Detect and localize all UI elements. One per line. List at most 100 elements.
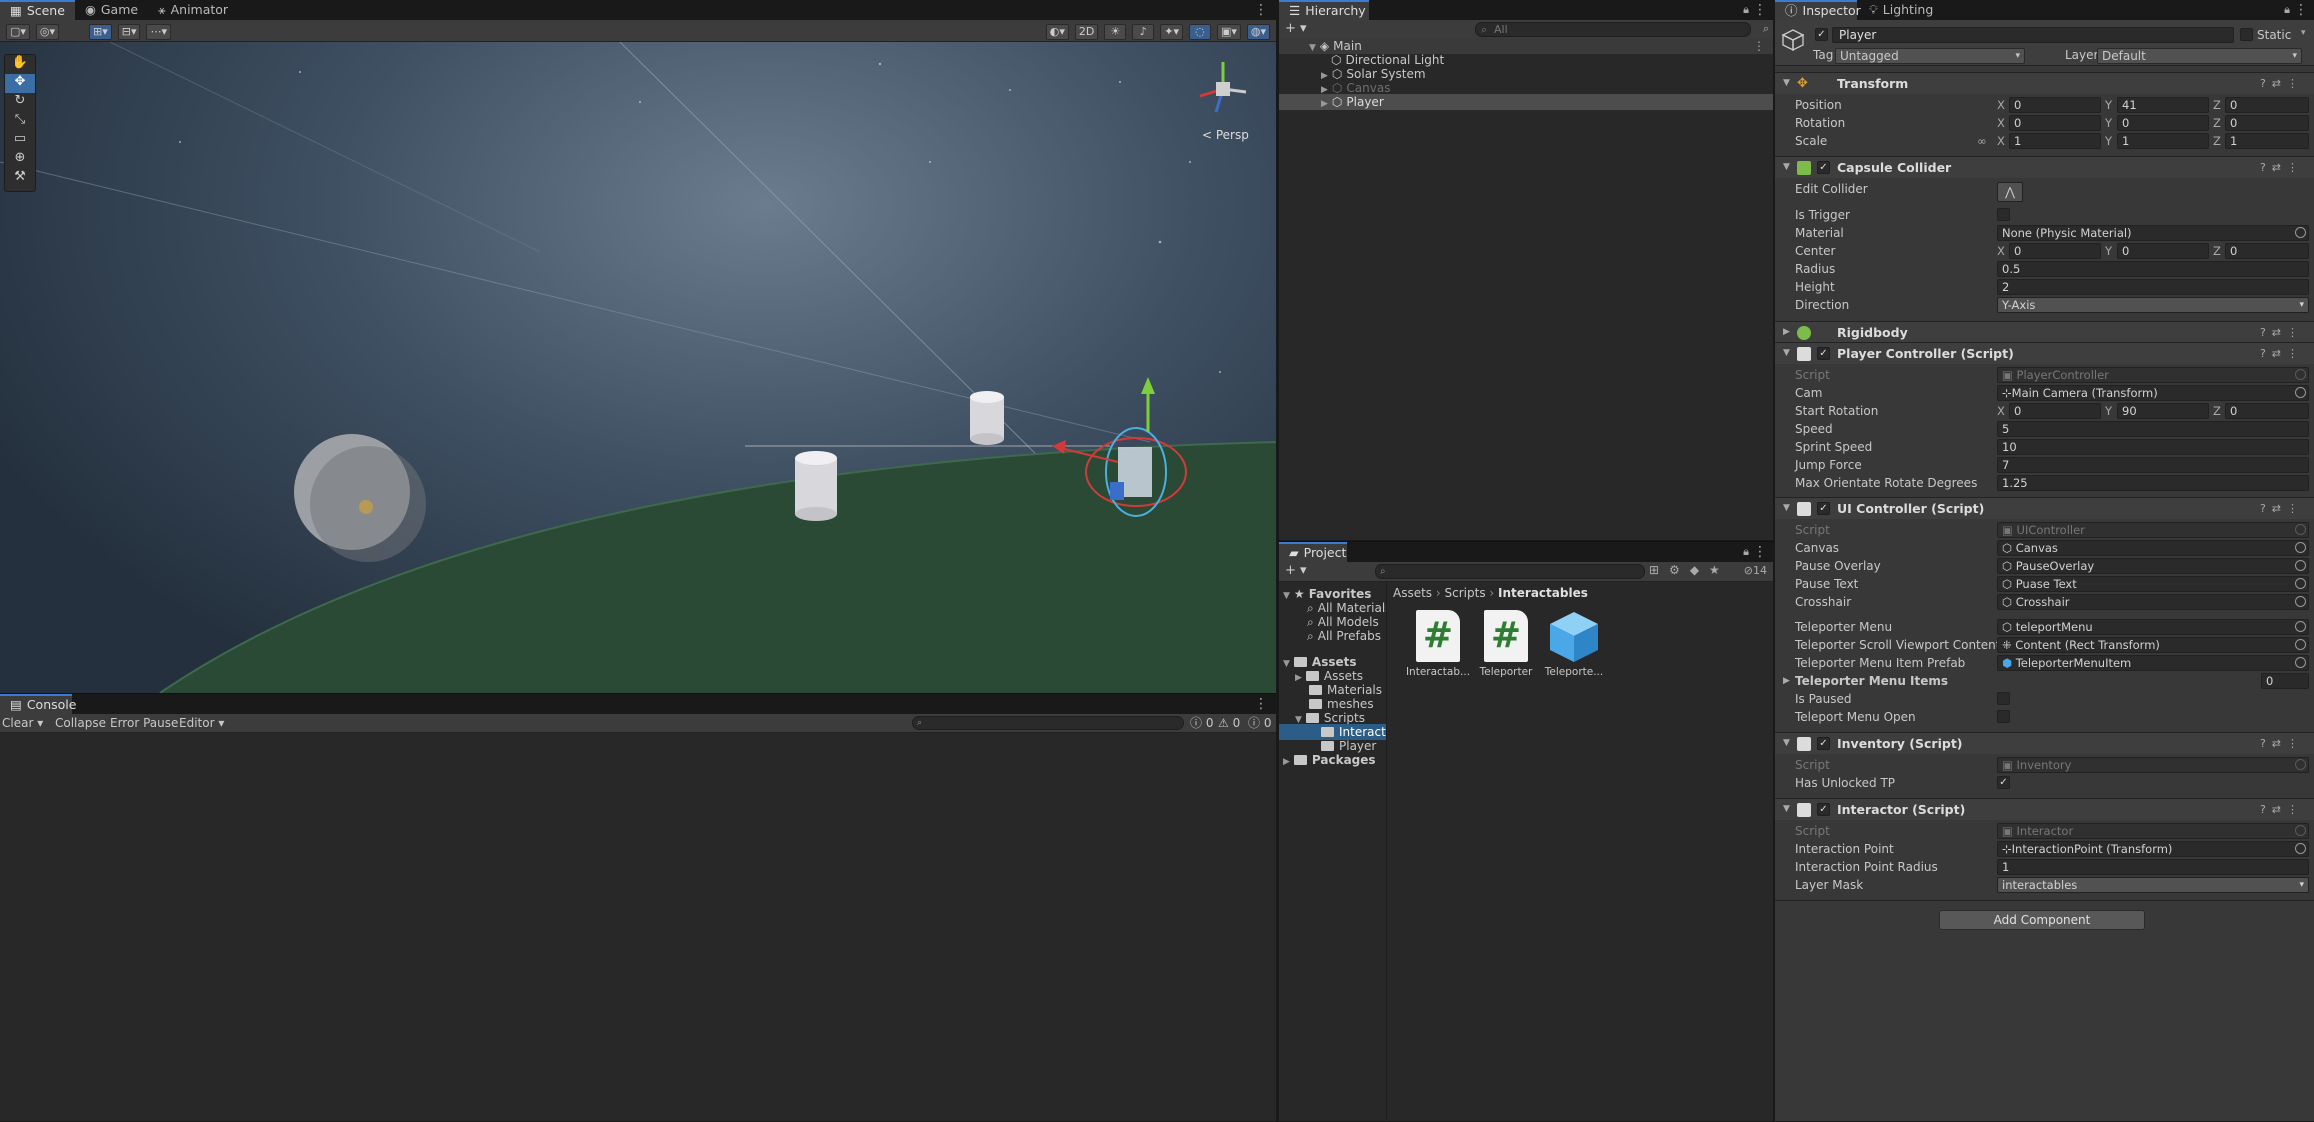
start-rotation-x-field[interactable]: 0 bbox=[2009, 403, 2101, 419]
jump-force-field[interactable]: 7 bbox=[1997, 457, 2309, 473]
rect-tool-icon[interactable]: ▭ bbox=[5, 131, 35, 150]
render-mode-icon[interactable]: ◎▾ bbox=[35, 24, 60, 40]
transform-component-header[interactable]: ▼ ✥ Transform ?⇄⋮ bbox=[1775, 72, 2314, 94]
cam-field[interactable]: ⊹Main Camera (Transform) bbox=[1997, 385, 2309, 401]
foldout-icon[interactable]: ▼ bbox=[1783, 73, 1790, 94]
foldout-icon[interactable]: ▼ bbox=[1783, 498, 1790, 519]
inspector-menu-icon[interactable]: ⋮ bbox=[2294, 3, 2308, 17]
is-paused-checkbox[interactable] bbox=[1997, 692, 2010, 705]
material-field[interactable]: None (Physic Material) bbox=[1997, 225, 2309, 241]
direction-dropdown[interactable]: Y-Axis ▾ bbox=[1997, 297, 2309, 313]
center-x-field[interactable]: 0 bbox=[2009, 243, 2101, 259]
component-controls-icon[interactable]: ?⇄⋮ bbox=[2260, 73, 2304, 94]
hierarchy-item-selected[interactable]: ▶ ⬡ Player bbox=[1279, 94, 1773, 110]
position-x-field[interactable]: 0 bbox=[2009, 97, 2101, 113]
tab-hierarchy[interactable]: ☰ Hierarchy bbox=[1279, 0, 1369, 20]
component-enabled-checkbox[interactable]: ✓ bbox=[1817, 347, 1830, 360]
component-controls-icon[interactable]: ?⇄⋮ bbox=[2260, 157, 2304, 178]
scale-x-field[interactable]: 1 bbox=[2009, 133, 2101, 149]
camera-icon[interactable]: ▣▾ bbox=[1216, 24, 1241, 40]
hierarchy-lock-icon[interactable]: 🔒︎ bbox=[1743, 3, 1749, 17]
start-rotation-y-field[interactable]: 90 bbox=[2117, 403, 2209, 419]
move-tool-icon[interactable]: ✥ bbox=[5, 74, 35, 93]
scene-root-menu-icon[interactable]: ⋮ bbox=[1753, 38, 1765, 54]
tab-inspector[interactable]: ⓘ Inspector bbox=[1775, 0, 1861, 20]
hand-tool-icon[interactable]: ✋ bbox=[5, 55, 35, 74]
warning-count[interactable]: ⚠ 0 bbox=[1218, 714, 1240, 732]
static-checkbox[interactable] bbox=[2240, 28, 2253, 41]
breadcrumb-item[interactable]: Scripts bbox=[1445, 586, 1486, 600]
toggle-2d-button[interactable]: 2D bbox=[1074, 24, 1099, 40]
custom-tool-icon[interactable]: ⚒ bbox=[5, 169, 35, 188]
teleport-menu-open-checkbox[interactable] bbox=[1997, 710, 2010, 723]
lighting-icon[interactable]: ☀ bbox=[1104, 24, 1127, 40]
hierarchy-menu-icon[interactable]: ⋮ bbox=[1753, 3, 1767, 17]
error-pause-button[interactable]: Error Pause bbox=[110, 714, 178, 732]
tab-game[interactable]: ◉ Game bbox=[75, 0, 148, 20]
gizmos-icon[interactable]: ◍▾ bbox=[1246, 24, 1270, 40]
component-controls-icon[interactable]: ?⇄⋮ bbox=[2260, 498, 2304, 519]
collapse-button[interactable]: Collapse bbox=[55, 714, 106, 732]
rotation-x-field[interactable]: 0 bbox=[2009, 115, 2101, 131]
component-enabled-checkbox[interactable]: ✓ bbox=[1817, 803, 1830, 816]
center-z-field[interactable]: 0 bbox=[2225, 243, 2309, 259]
layer-mask-dropdown[interactable]: interactables ▾ bbox=[1997, 877, 2309, 893]
hierarchy-add-button[interactable]: + ▾ bbox=[1285, 21, 1307, 36]
console-clear-button[interactable]: Clear ▾ bbox=[2, 714, 43, 732]
transform-tool-icon[interactable]: ⊕ bbox=[5, 150, 35, 169]
expand-icon[interactable]: ▶ bbox=[1321, 99, 1328, 109]
component-controls-icon[interactable]: ?⇄⋮ bbox=[2260, 343, 2304, 364]
expand-icon[interactable]: ▼ bbox=[1309, 43, 1316, 53]
scale-y-field[interactable]: 1 bbox=[2117, 133, 2209, 149]
height-field[interactable]: 2 bbox=[1997, 279, 2309, 295]
error-count[interactable]: ⓘ 0 bbox=[1248, 714, 1271, 732]
tab-animator[interactable]: ⚹ Animator bbox=[148, 0, 238, 20]
ui-controller-header[interactable]: ▼ ✓ UI Controller (Script) ?⇄⋮ bbox=[1775, 497, 2314, 519]
hidden-packages-count[interactable]: ⊘14 bbox=[1744, 564, 1767, 577]
expand-icon[interactable]: ▼ bbox=[1283, 591, 1290, 601]
object-name-field[interactable]: Player bbox=[1832, 27, 2234, 43]
object-picker-icon[interactable] bbox=[2295, 843, 2306, 854]
snap-increment-icon[interactable]: ⊟▾ bbox=[117, 24, 141, 40]
edit-collider-button[interactable]: ⋀ bbox=[1997, 182, 2023, 202]
scale-tool-icon[interactable]: ⤡ bbox=[5, 112, 35, 131]
foldout-icon[interactable]: ▼ bbox=[1783, 733, 1790, 754]
hierarchy-search-input[interactable]: ⌕ All bbox=[1475, 22, 1751, 37]
grid-size-icon[interactable]: ⋯▾ bbox=[146, 24, 171, 40]
rotation-y-field[interactable]: 0 bbox=[2117, 115, 2209, 131]
foldout-icon[interactable]: ▶ bbox=[1783, 672, 1790, 690]
interaction-point-field[interactable]: ⊹InteractionPoint (Transform) bbox=[1997, 841, 2309, 857]
teleporter-menu-field[interactable]: ⬡ teleportMenu bbox=[1997, 619, 2309, 635]
favorite-item[interactable]: ⌕ All Prefabs bbox=[1307, 628, 1381, 644]
layer-dropdown[interactable]: Default ▾ bbox=[2097, 48, 2302, 64]
teleporter-items-row[interactable]: ▶ Teleporter Menu Items 0 bbox=[1775, 672, 2314, 690]
project-search-input[interactable]: ⌕ bbox=[1375, 564, 1645, 579]
component-enabled-checkbox[interactable]: ✓ bbox=[1817, 502, 1830, 515]
shading-icon[interactable]: ◐▾ bbox=[1045, 24, 1069, 40]
tab-lighting[interactable]: 💡︎ Lighting bbox=[1859, 0, 1943, 20]
add-component-button[interactable]: Add Component bbox=[1939, 910, 2145, 930]
component-enabled-checkbox[interactable]: ✓ bbox=[1817, 737, 1830, 750]
interaction-radius-field[interactable]: 1 bbox=[1997, 859, 2309, 875]
console-search-input[interactable]: ⌕ bbox=[912, 716, 1184, 730]
foldout-icon[interactable]: ▼ bbox=[1783, 343, 1790, 364]
orient-degrees-field[interactable]: 1.25 bbox=[1997, 475, 2309, 491]
object-picker-icon[interactable] bbox=[2295, 639, 2306, 650]
object-picker-icon[interactable] bbox=[2295, 621, 2306, 632]
persp-label[interactable]: < Persp bbox=[1202, 128, 1249, 142]
rigidbody-header[interactable]: ▶ Rigidbody ?⇄⋮ bbox=[1775, 321, 2314, 343]
active-checkbox[interactable]: ✓ bbox=[1815, 28, 1828, 41]
object-picker-icon[interactable] bbox=[2295, 560, 2306, 571]
console-menu-icon[interactable]: ⋮ bbox=[1254, 697, 1268, 711]
sprint-speed-field[interactable]: 10 bbox=[1997, 439, 2309, 455]
tab-scene[interactable]: ▦ Scene bbox=[0, 0, 75, 20]
foldout-icon[interactable]: ▼ bbox=[1783, 799, 1790, 820]
rotation-z-field[interactable]: 0 bbox=[2225, 115, 2309, 131]
asset-file[interactable]: Teleporte... bbox=[1541, 610, 1607, 678]
foldout-icon[interactable]: ▼ bbox=[1783, 157, 1790, 178]
expand-icon[interactable]: ▶ bbox=[1283, 757, 1290, 767]
orientation-gizmo-icon[interactable] bbox=[1188, 54, 1258, 124]
object-picker-icon[interactable] bbox=[2295, 227, 2306, 238]
pause-overlay-field[interactable]: ⬡ PauseOverlay bbox=[1997, 558, 2309, 574]
object-picker-icon[interactable] bbox=[2295, 596, 2306, 607]
